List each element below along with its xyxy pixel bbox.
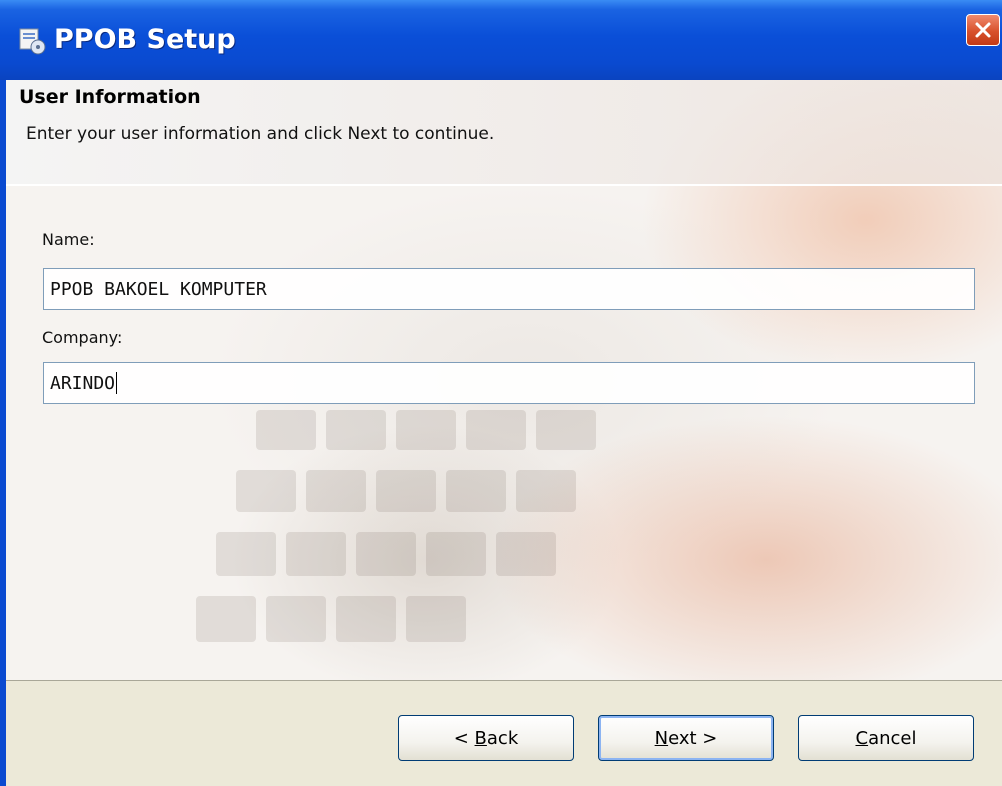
back-button[interactable]: < Back	[398, 715, 574, 761]
back-button-arrow: <	[453, 727, 475, 749]
page-subtitle: Enter your user information and click Ne…	[26, 124, 495, 144]
wizard-header: User Information Enter your user informa…	[6, 80, 1002, 186]
cancel-button[interactable]: Cancel	[798, 715, 974, 761]
next-button-mnemonic: N	[654, 727, 669, 749]
close-button[interactable]	[966, 14, 1000, 46]
company-field-value: ARINDO	[50, 372, 116, 394]
close-icon	[975, 22, 991, 38]
name-field-value: PPOB BAKOEL KOMPUTER	[50, 278, 267, 300]
window-title: PPOB Setup	[54, 24, 236, 55]
cancel-button-label: ancel	[868, 727, 917, 749]
wizard-footer: < Back Next > Cancel	[6, 680, 1002, 786]
back-button-label: ack	[486, 727, 519, 749]
title-bar[interactable]: PPOB Setup	[0, 0, 1002, 81]
name-field[interactable]: PPOB BAKOEL KOMPUTER	[43, 268, 975, 310]
name-label: Name:	[42, 230, 95, 249]
page-title: User Information	[19, 86, 201, 108]
setup-installer-icon	[18, 26, 48, 56]
setup-window: PPOB Setup User Information Enter your u…	[0, 0, 1002, 786]
next-button[interactable]: Next >	[598, 715, 774, 761]
next-button-label: ext >	[668, 727, 718, 749]
company-field[interactable]: ARINDO	[43, 362, 975, 404]
company-label: Company:	[42, 328, 123, 347]
cancel-button-mnemonic: C	[855, 727, 869, 749]
wizard-content: User Information Enter your user informa…	[6, 80, 1002, 680]
text-caret	[116, 372, 118, 394]
back-button-mnemonic: B	[474, 727, 487, 749]
